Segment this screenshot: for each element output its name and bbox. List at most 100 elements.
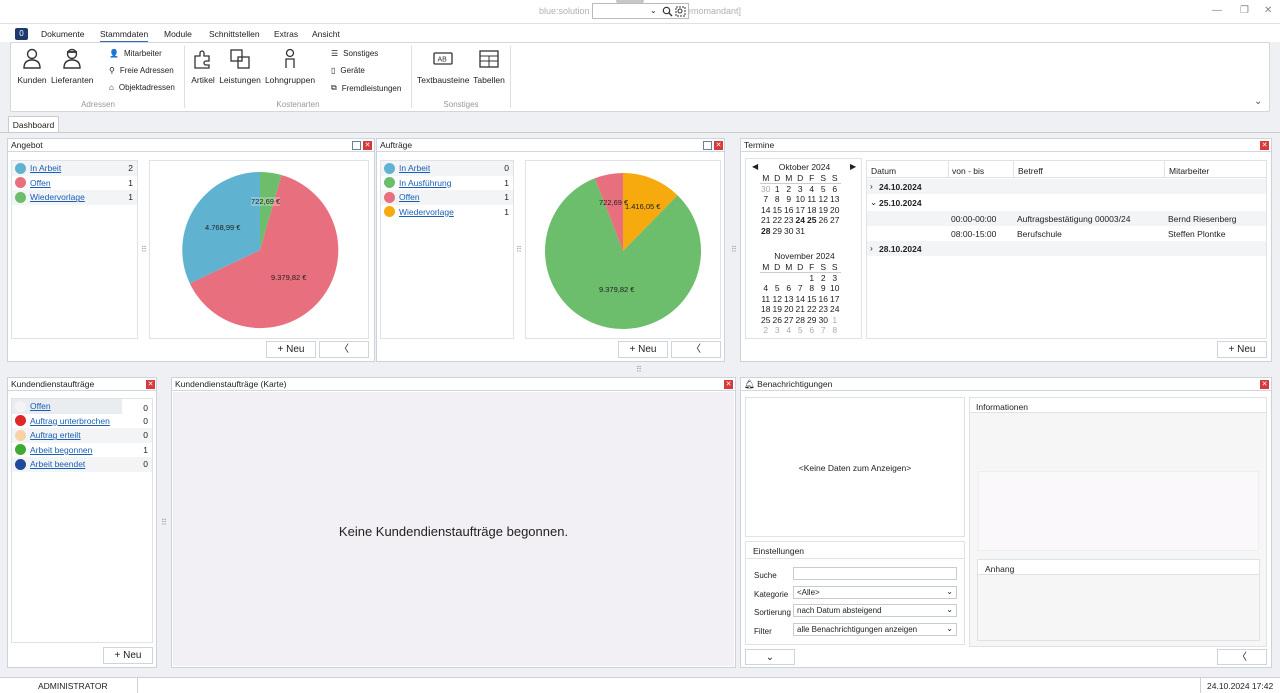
group-row[interactable]: ⌄ 25.10.2024 bbox=[867, 195, 1266, 210]
supplier-icon bbox=[63, 48, 81, 69]
status-dot-icon bbox=[15, 191, 26, 203]
splitter-handle[interactable]: ⠿ bbox=[636, 365, 642, 374]
auftraege-back-button[interactable]: 〈 bbox=[671, 341, 721, 358]
pie-label: 1.416,05 € bbox=[625, 202, 661, 211]
splitter-handle[interactable]: ⠿ bbox=[161, 518, 167, 527]
table-row[interactable]: 08:00-15:00 Berufschule Steffen Plontke bbox=[867, 226, 1266, 241]
close-icon[interactable]: ✕ bbox=[1260, 141, 1269, 150]
termine-new-button[interactable]: + Neu bbox=[1217, 341, 1267, 358]
kategorie-select[interactable]: <Alle> ⌄ bbox=[793, 586, 957, 599]
list-item[interactable]: In Ausführung 1 bbox=[381, 176, 513, 191]
splitter-handle[interactable]: ⠿ bbox=[516, 245, 522, 254]
splitter-handle[interactable]: ⠿ bbox=[141, 245, 147, 254]
col-datum[interactable]: Datum bbox=[871, 166, 896, 176]
chevron-down-icon[interactable]: ⌄ bbox=[650, 6, 657, 15]
menu-extras[interactable]: Extras bbox=[274, 29, 298, 39]
list-item[interactable]: Arbeit beendet 0 bbox=[12, 457, 152, 472]
sortierung-select[interactable]: nach Datum absteigend ⌄ bbox=[793, 604, 957, 617]
benachrichtigungen-header: 🔔︎ Benachrichtigungen bbox=[741, 378, 1271, 391]
menu-schnittstellen[interactable]: Schnittstellen bbox=[209, 29, 260, 39]
close-icon[interactable]: ✕ bbox=[363, 141, 372, 150]
group-row[interactable]: › 28.10.2024 bbox=[867, 241, 1266, 256]
angebot-new-button[interactable]: + Neu bbox=[266, 341, 316, 358]
objektadressen-button[interactable]: ⌂ Objektadressen bbox=[109, 83, 175, 92]
kunden-button[interactable]: Kunden bbox=[16, 48, 48, 85]
device-icon: ▯ bbox=[331, 66, 336, 75]
status-user: ADMINISTRATOR bbox=[38, 681, 108, 691]
kda-list: Offen 0 Auftrag unterbrochen 0 Auftrag er… bbox=[11, 398, 153, 643]
col-mitarbeiter[interactable]: Mitarbeiter bbox=[1164, 161, 1213, 178]
expand-down-button[interactable]: ⌄ bbox=[745, 649, 795, 665]
suche-input[interactable] bbox=[793, 567, 957, 580]
list-item[interactable]: Offen 1 bbox=[12, 176, 137, 191]
col-von-bis[interactable]: von - bis bbox=[948, 161, 987, 178]
textbausteine-button[interactable]: AB Textbausteine bbox=[417, 48, 469, 85]
info-panel: Informationen Anhang bbox=[969, 397, 1267, 647]
restore-button[interactable]: ❐ bbox=[1240, 5, 1249, 16]
table-icon bbox=[479, 50, 499, 68]
artikel-button[interactable]: Artikel bbox=[189, 48, 217, 85]
list-item[interactable]: Wiedervorlage 1 bbox=[12, 190, 137, 205]
sonstiges-button[interactable]: ☰ Sonstiges bbox=[331, 49, 378, 58]
auftraege-new-button[interactable]: + Neu bbox=[618, 341, 668, 358]
angebot-back-button[interactable]: 〈 bbox=[319, 341, 369, 358]
close-icon[interactable]: ✕ bbox=[714, 141, 723, 150]
scan-search-icon[interactable] bbox=[675, 6, 686, 17]
close-icon[interactable]: ✕ bbox=[1260, 380, 1269, 389]
group-row[interactable]: › 24.10.2024 bbox=[867, 179, 1266, 194]
kda-new-button[interactable]: + Neu bbox=[103, 647, 153, 664]
menu-dokumente[interactable]: Dokumente bbox=[41, 29, 84, 39]
close-icon[interactable]: ✕ bbox=[146, 380, 155, 389]
list-item[interactable]: Auftrag unterbrochen 0 bbox=[12, 414, 152, 429]
notification-back-button[interactable]: 〈 bbox=[1217, 649, 1267, 665]
pie-label: 9.379,82 € bbox=[599, 285, 635, 294]
menu-stammdaten[interactable]: Stammdaten bbox=[100, 29, 149, 43]
list-item[interactable]: In Arbeit 0 bbox=[381, 161, 513, 176]
chevron-down-icon[interactable]: ⌄ bbox=[870, 197, 877, 208]
chevron-right-icon[interactable]: › bbox=[870, 181, 873, 191]
maximize-icon[interactable] bbox=[352, 141, 361, 150]
list-item[interactable]: Arbeit begonnen 1 bbox=[12, 443, 152, 458]
leistungen-button[interactable]: Leistungen bbox=[219, 48, 261, 85]
list-item[interactable]: In Arbeit 2 bbox=[12, 161, 137, 176]
col-betreff[interactable]: Betreff bbox=[1013, 161, 1047, 178]
menu-ansicht[interactable]: Ansicht bbox=[312, 29, 340, 39]
tabellen-button[interactable]: Tabellen bbox=[472, 48, 506, 85]
no-data-message: <Keine Daten zum Anzeigen> bbox=[798, 463, 912, 473]
next-month-icon[interactable]: ▶ bbox=[850, 162, 856, 171]
filter-select[interactable]: alle Benachrichtigungen anzeigen ⌄ bbox=[793, 623, 957, 636]
fremdleistungen-button[interactable]: ⧉ Fremdleistungen bbox=[331, 83, 401, 93]
pie-label: 722,69 € bbox=[251, 197, 281, 206]
worker-icon bbox=[285, 48, 295, 68]
list-item[interactable]: Offen bbox=[12, 399, 122, 414]
maximize-icon[interactable] bbox=[703, 141, 712, 150]
close-button[interactable]: ✕ bbox=[1264, 5, 1272, 16]
menu-module[interactable]: Module bbox=[164, 29, 192, 39]
status-dot-icon bbox=[384, 162, 395, 174]
table-row[interactable]: 00:00-00:00 Auftragsbestätigung 00003/24… bbox=[867, 211, 1266, 226]
mitarbeiter-button[interactable]: 👤 Mitarbeiter bbox=[109, 49, 162, 58]
close-icon[interactable]: ✕ bbox=[724, 380, 733, 389]
ribbon-expand-icon[interactable]: ⌄ bbox=[1254, 96, 1262, 107]
list-item[interactable]: Auftrag erteilt 0 bbox=[12, 428, 152, 443]
splitter-handle[interactable]: ⠿ bbox=[731, 245, 737, 254]
search-input[interactable]: ⌄ bbox=[592, 3, 689, 19]
freie-adressen-button[interactable]: ⚲ Freie Adressen bbox=[109, 66, 174, 75]
list-item[interactable]: Offen 1 bbox=[381, 190, 513, 205]
minimize-button[interactable]: — bbox=[1212, 5, 1222, 16]
chevron-right-icon[interactable]: › bbox=[870, 243, 873, 253]
geraete-button[interactable]: ▯ Geräte bbox=[331, 66, 365, 75]
status-dot-icon bbox=[384, 191, 395, 203]
angebot-header: Angebot bbox=[8, 139, 374, 152]
status-separator bbox=[1200, 678, 1201, 693]
ribbon-separator bbox=[510, 46, 511, 108]
karte-header: Kundendienstaufträge (Karte) bbox=[172, 378, 735, 391]
list-item[interactable]: Wiedervorlage 1 bbox=[381, 205, 513, 220]
notification-badge[interactable]: 0 bbox=[15, 28, 28, 40]
status-dot-icon bbox=[15, 458, 26, 470]
lohngruppen-button[interactable]: Lohngruppen bbox=[264, 48, 316, 85]
search-icon[interactable] bbox=[662, 6, 673, 17]
tab-dashboard[interactable]: Dashboard bbox=[8, 116, 59, 133]
lieferanten-button[interactable]: Lieferanten bbox=[51, 48, 94, 85]
ribbon-separator bbox=[184, 46, 185, 108]
